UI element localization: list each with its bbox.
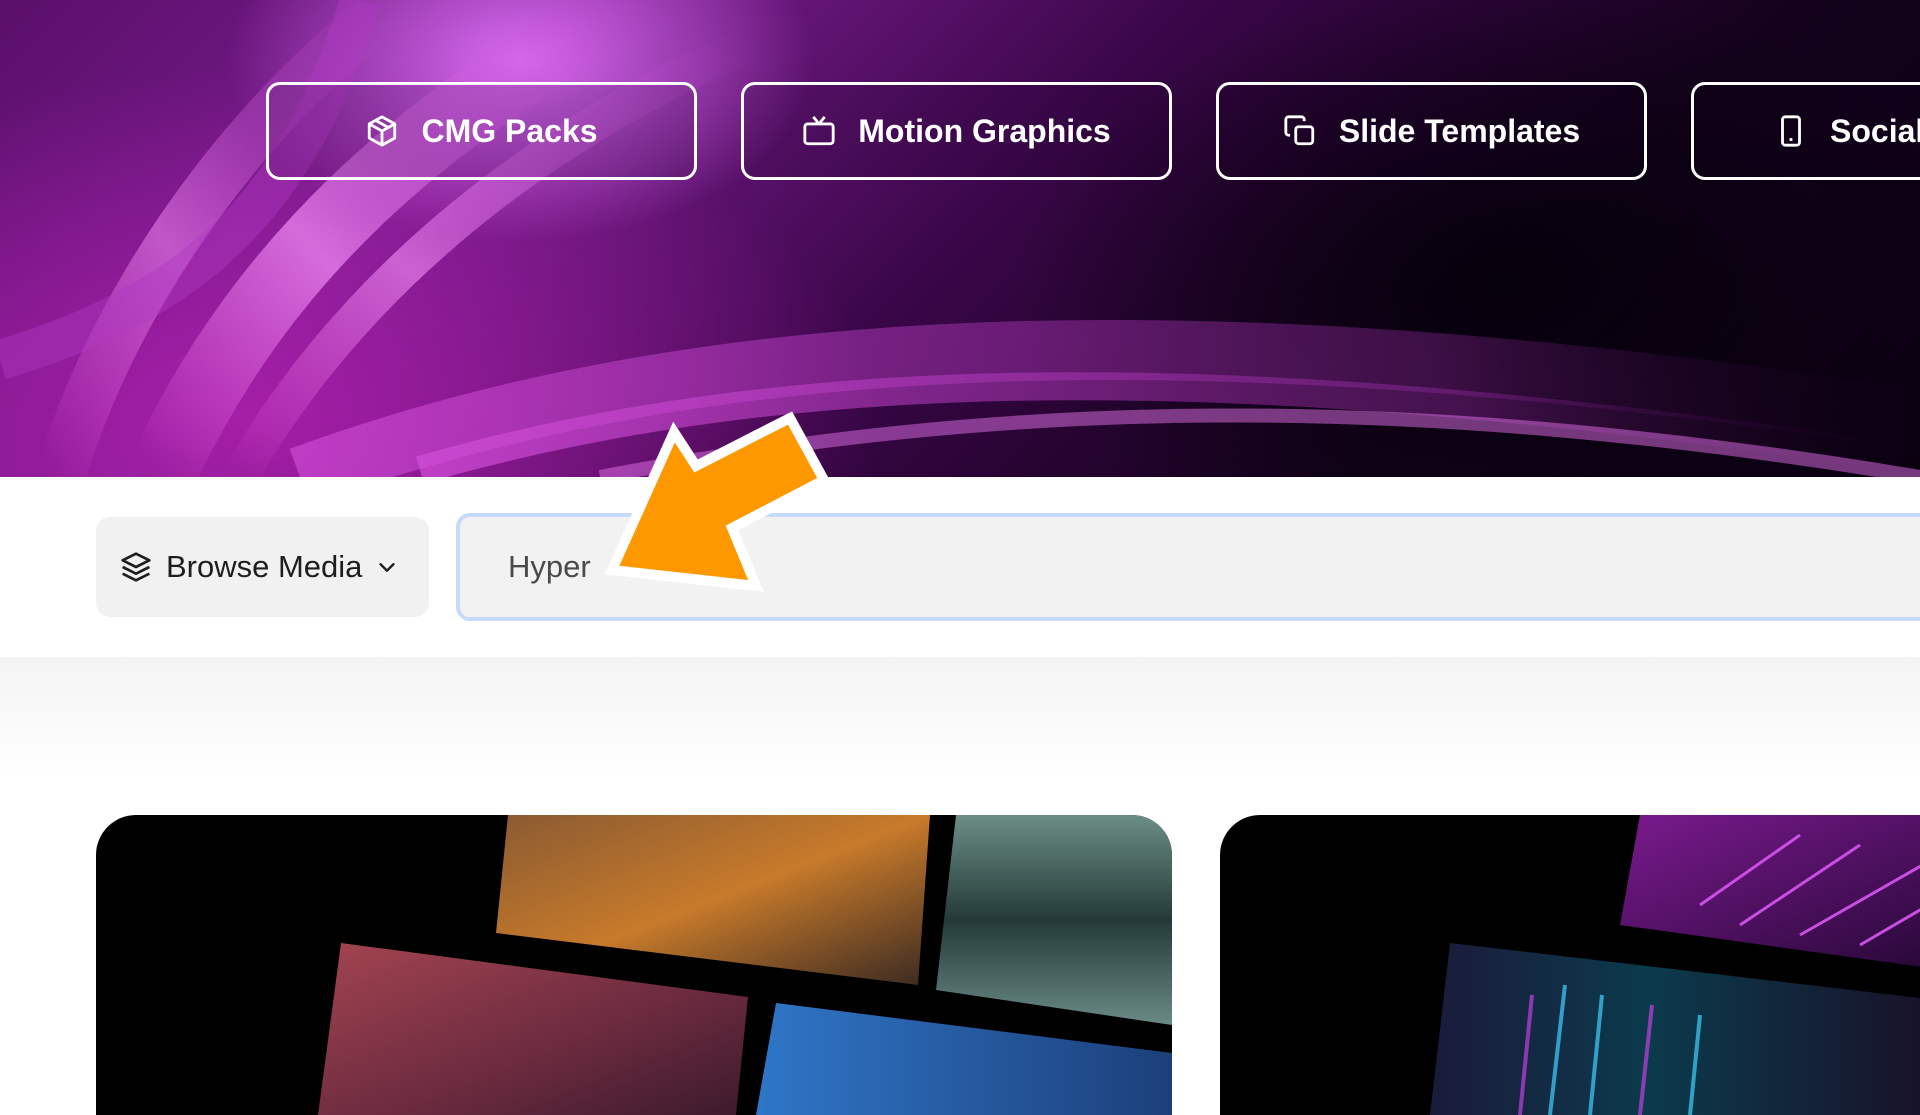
package-icon — [365, 114, 399, 148]
chevron-down-icon — [376, 556, 398, 578]
nav-button-social[interactable]: Social — [1691, 82, 1920, 180]
content-divider — [0, 657, 1920, 777]
tv-icon — [802, 114, 836, 148]
category-nav: CMG Packs Motion Graphics Slide Template… — [0, 82, 1920, 184]
nav-button-slide-templates[interactable]: Slide Templates — [1216, 82, 1647, 180]
landscape-collage-image — [318, 815, 1172, 1115]
nav-label: Social — [1830, 112, 1920, 149]
nav-button-motion-graphics[interactable]: Motion Graphics — [741, 82, 1172, 180]
nav-button-cmg-packs[interactable]: CMG Packs — [266, 82, 697, 180]
nav-label: Slide Templates — [1338, 112, 1581, 149]
hero-light-streaks — [0, 0, 1920, 477]
browse-media-label: Browse Media — [166, 549, 363, 584]
collage-card-neon[interactable] — [1220, 815, 1920, 1115]
neon-collage-image — [1430, 815, 1920, 1115]
nav-label: Motion Graphics — [858, 112, 1111, 149]
nav-label: CMG Packs — [421, 112, 598, 149]
search-bar: Browse Media — [0, 477, 1920, 657]
phone-icon — [1774, 114, 1808, 148]
collage-card-landscapes[interactable] — [96, 815, 1172, 1115]
annotation-arrow-icon — [604, 411, 831, 592]
browse-media-dropdown[interactable]: Browse Media — [96, 517, 429, 617]
layers-icon — [120, 551, 152, 583]
hero-banner: CMG Packs Motion Graphics Slide Template… — [0, 0, 1920, 477]
copy-icon — [1283, 114, 1317, 148]
